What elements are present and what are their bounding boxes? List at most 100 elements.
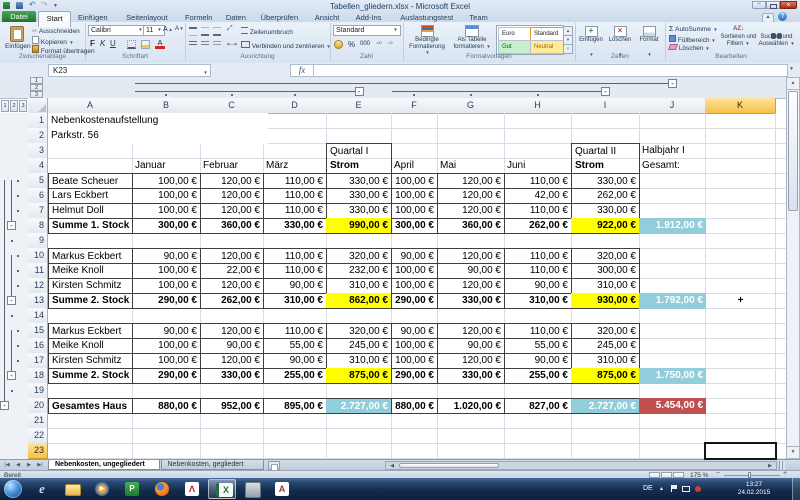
cell-H18[interactable]: 255,00 €: [504, 368, 572, 384]
cut-button[interactable]: ✂ Ausschneiden: [32, 27, 80, 35]
first-sheet-icon[interactable]: |◀: [2, 461, 12, 470]
number-format-select[interactable]: Standard ▼: [333, 25, 401, 36]
cell-F17[interactable]: 100,00 €: [391, 353, 438, 369]
cell-H16[interactable]: 55,00 €: [504, 338, 572, 354]
cell-E12[interactable]: 310,00 €: [326, 278, 392, 294]
start-button[interactable]: [4, 480, 22, 498]
generic-app-taskbar-button[interactable]: [238, 479, 266, 499]
collapse-stock3-button[interactable]: -: [7, 371, 16, 380]
project-taskbar-button[interactable]: P: [118, 479, 146, 499]
scroll-up-icon[interactable]: ▲: [787, 78, 799, 90]
tab-ansicht[interactable]: Ansicht: [307, 11, 346, 26]
cell-E13[interactable]: 862,00 €: [326, 293, 392, 309]
merge-center-button[interactable]: Verbinden und zentrieren ▼: [241, 41, 331, 50]
cell-I7[interactable]: 330,00 €: [571, 203, 640, 219]
tab-start[interactable]: Start: [38, 11, 71, 27]
format-as-table-button[interactable]: Als Tabelle formatieren ▼: [450, 25, 494, 50]
cell-B6[interactable]: 100,00 €: [132, 188, 201, 204]
row-header-11[interactable]: 11: [28, 263, 48, 279]
cell-F15[interactable]: 90,00 €: [391, 323, 438, 339]
show-desktop-button[interactable]: [792, 478, 800, 500]
font-color-icon[interactable]: A: [155, 38, 165, 49]
file-tab[interactable]: Datei: [2, 11, 36, 22]
bold-button[interactable]: F: [90, 39, 95, 48]
comma-style-button[interactable]: 000: [360, 41, 370, 47]
collapse-stock2-button[interactable]: -: [7, 296, 16, 305]
cell-A18[interactable]: Summe 2. Stock: [48, 368, 133, 384]
cell-E16[interactable]: 245,00 €: [326, 338, 392, 354]
autosum-button[interactable]: Σ AutoSumme ▼: [669, 26, 718, 33]
cell-B12[interactable]: 100,00 €: [132, 278, 201, 294]
column-outline-level-3[interactable]: 3: [30, 91, 43, 98]
row-header-20[interactable]: 20: [28, 398, 48, 414]
help-icon[interactable]: ?: [778, 12, 787, 21]
conditional-formatting-button[interactable]: Bedingte Formatierung ▼: [406, 25, 448, 57]
cell-D17[interactable]: 90,00 €: [263, 353, 327, 369]
style-chip-neutral[interactable]: Neutral: [530, 40, 565, 54]
cell-D6[interactable]: 110,00 €: [263, 188, 327, 204]
cell-G6[interactable]: 120,00 €: [437, 188, 505, 204]
scroll-down-icon[interactable]: ▼: [787, 446, 799, 458]
cell-A11[interactable]: Meike Knoll: [48, 263, 133, 279]
row-header-12[interactable]: 12: [28, 278, 48, 294]
active-cell-border[interactable]: [704, 442, 777, 460]
cell-A6[interactable]: Lars Eckbert: [48, 188, 133, 204]
cell-B15[interactable]: 90,00 €: [132, 323, 201, 339]
cell-B13[interactable]: 290,00 €: [132, 293, 201, 309]
save-icon[interactable]: [16, 2, 23, 9]
formula-input[interactable]: [313, 64, 788, 77]
cell-H10[interactable]: 110,00 €: [504, 248, 572, 264]
align-middle-icon[interactable]: [201, 27, 209, 36]
row-header-6[interactable]: 6: [28, 188, 48, 204]
zoom-slider-track[interactable]: [724, 475, 780, 476]
horizontal-scrollbar[interactable]: ◀ ▶: [385, 461, 777, 470]
collapse-halbjahr-button[interactable]: -: [668, 79, 677, 88]
decrease-decimal-icon[interactable]: ⁻⁰: [387, 41, 393, 48]
column-header-C[interactable]: C: [200, 98, 264, 114]
cell-B11[interactable]: 100,00 €: [132, 263, 201, 279]
fill-button[interactable]: Füllbereich ▼: [669, 35, 716, 44]
maximize-button[interactable]: [766, 1, 780, 9]
name-box[interactable]: K23▼: [48, 64, 211, 77]
row-header-14[interactable]: 14: [28, 308, 48, 324]
vertical-scroll-thumb[interactable]: [788, 91, 798, 211]
redo-icon[interactable]: ↷: [41, 0, 48, 9]
cell-E3[interactable]: Quartal I: [326, 143, 392, 159]
cell-A12[interactable]: Kirsten Schmitz: [48, 278, 133, 294]
tab-seitenlayout[interactable]: Seitenlayout: [117, 11, 177, 26]
cell-D13[interactable]: 310,00 €: [263, 293, 327, 309]
cell-D8[interactable]: 330,00 €: [263, 218, 327, 234]
row-header-3[interactable]: 3: [28, 143, 48, 159]
cell-H12[interactable]: 90,00 €: [504, 278, 572, 294]
row-header-2[interactable]: 2: [28, 128, 48, 144]
cell-A15[interactable]: Markus Eckbert: [48, 323, 133, 339]
cell-G11[interactable]: 90,00 €: [437, 263, 505, 279]
cell-I13[interactable]: 930,00 €: [571, 293, 640, 309]
paste-button[interactable]: Einfügen: [5, 25, 29, 53]
cell-G12[interactable]: 120,00 €: [437, 278, 505, 294]
cell-B8[interactable]: 300,00 €: [132, 218, 201, 234]
cell-D7[interactable]: 110,00 €: [263, 203, 327, 219]
percent-style-button[interactable]: %: [348, 40, 355, 49]
windows-explorer-taskbar-button[interactable]: [58, 479, 86, 499]
cell-F10[interactable]: 90,00 €: [391, 248, 438, 264]
row-outline-level-3[interactable]: 3: [19, 100, 27, 112]
cell-F5[interactable]: 100,00 €: [391, 173, 438, 189]
cell-A8[interactable]: Summe 1. Stock: [48, 218, 133, 234]
cell-E17[interactable]: 310,00 €: [326, 353, 392, 369]
cell-D16[interactable]: 55,00 €: [263, 338, 327, 354]
column-header-G[interactable]: G: [437, 98, 505, 114]
align-right-icon[interactable]: [213, 41, 221, 47]
cell-A16[interactable]: Meike Knoll: [48, 338, 133, 354]
minimize-button[interactable]: –: [752, 1, 766, 9]
font-size-select[interactable]: 11 ▼: [143, 25, 165, 36]
cell-F12[interactable]: 100,00 €: [391, 278, 438, 294]
orientation-icon[interactable]: ⤢: [227, 25, 233, 33]
tab-formeln[interactable]: Formeln: [179, 11, 218, 26]
qat-dropdown-icon[interactable]: ▼: [53, 3, 58, 9]
column-header-I[interactable]: I: [571, 98, 640, 114]
column-header-B[interactable]: B: [132, 98, 201, 114]
cell-C7[interactable]: 120,00 €: [200, 203, 264, 219]
row-outline-level-2[interactable]: 2: [10, 100, 18, 112]
cell-A5[interactable]: Beate Scheuer: [48, 173, 133, 189]
